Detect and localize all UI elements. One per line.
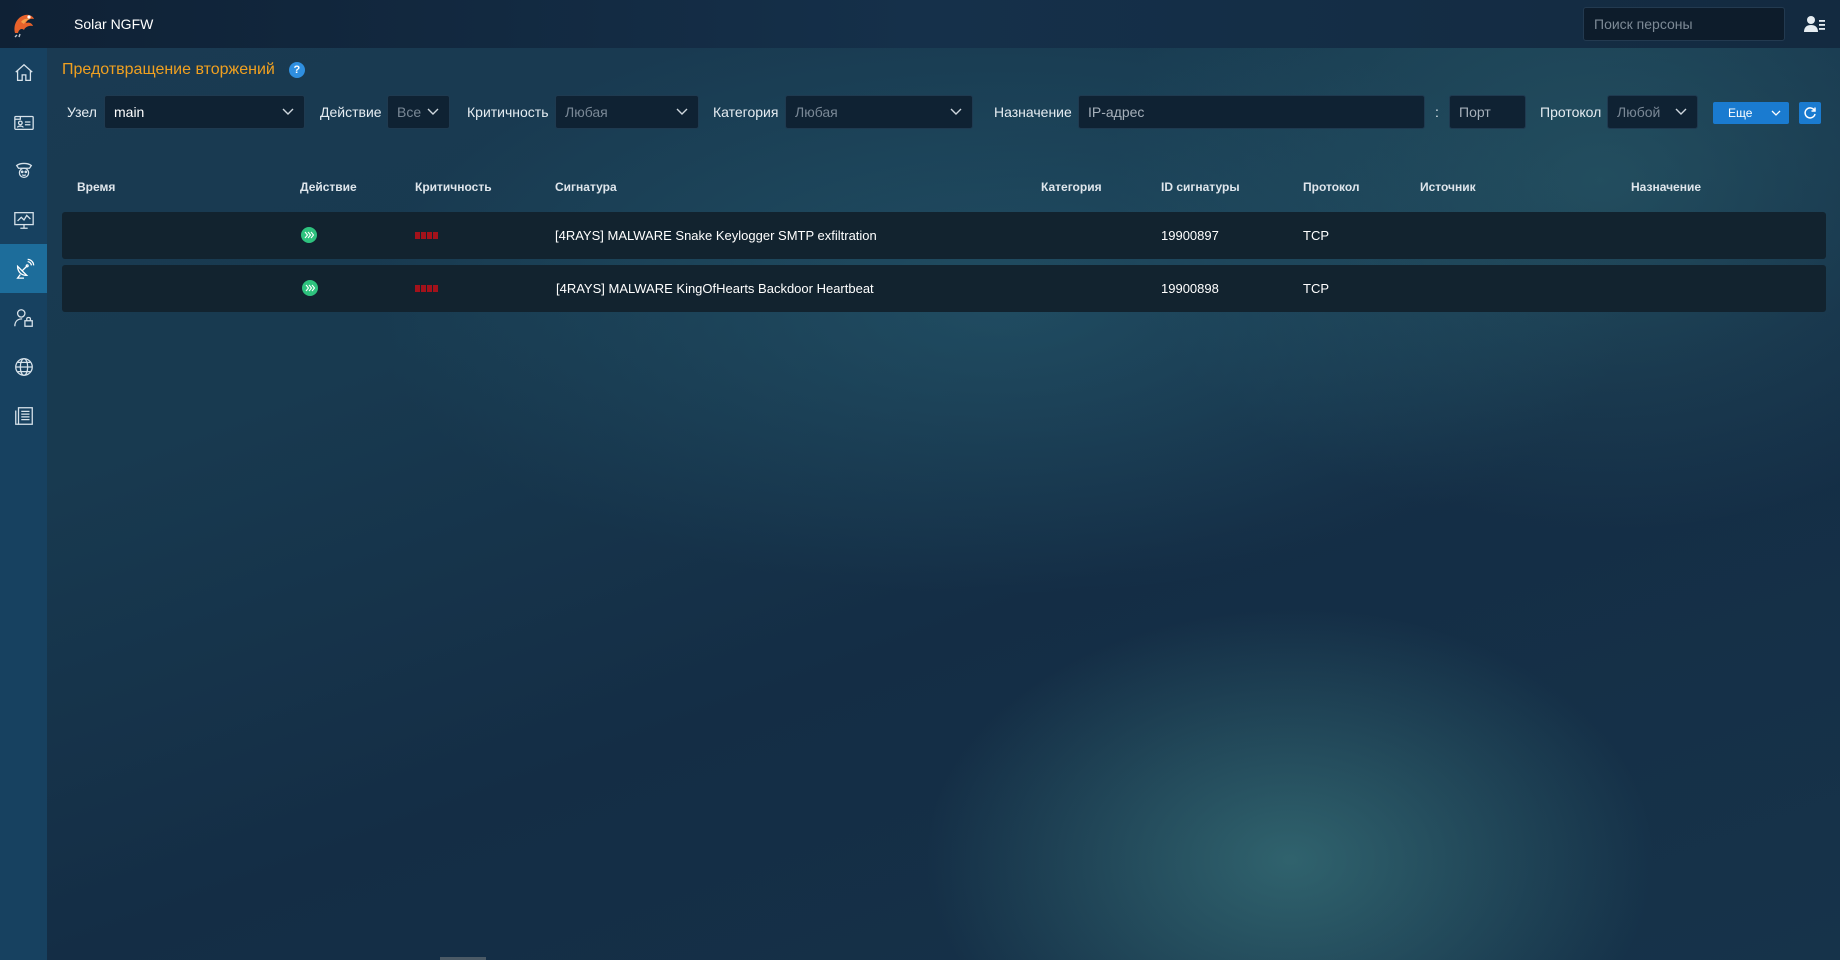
category-select-value: Любая: [795, 104, 838, 120]
page-title: Предотвращение вторжений: [62, 61, 275, 78]
category-label: Категория: [713, 104, 779, 120]
document-list-icon: [14, 406, 33, 425]
column-header-severity[interactable]: Критичность: [415, 180, 492, 194]
action-pass-icon: [302, 280, 318, 296]
help-icon[interactable]: ?: [288, 62, 305, 78]
sidebar-item-home[interactable]: [0, 48, 47, 97]
more-filters-label: Еще: [1728, 106, 1753, 120]
protocol-label: Протокол: [1540, 104, 1602, 120]
sidebar-item-intrusion-prevention[interactable]: [0, 244, 47, 293]
satellite-dish-icon: [15, 258, 34, 279]
protocol-select-value: Любой: [1617, 104, 1661, 120]
destination-ip-input[interactable]: [1078, 95, 1425, 129]
node-select[interactable]: main: [104, 95, 305, 129]
page-header: Предотвращение вторжений ?: [62, 61, 305, 79]
column-header-signature[interactable]: Сигнатура: [555, 180, 617, 194]
app-title: Solar NGFW: [74, 16, 154, 32]
sidebar-item-monitoring[interactable]: [0, 195, 47, 244]
sidebar-item-web[interactable]: [0, 342, 47, 391]
column-header-destination[interactable]: Назначение: [1631, 180, 1701, 194]
severity-select-value: Любая: [565, 104, 608, 120]
node-select-value: main: [114, 104, 145, 120]
table-row[interactable]: [4RAYS] MALWARE KingOfHearts Backdoor He…: [62, 265, 1826, 312]
column-header-source[interactable]: Источник: [1420, 180, 1476, 194]
severity-select[interactable]: Любая: [555, 95, 699, 129]
sidebar-item-users[interactable]: [0, 293, 47, 342]
refresh-button[interactable]: [1799, 102, 1821, 124]
cell-signature: [4RAYS] MALWARE Snake Keylogger SMTP exf…: [555, 228, 877, 243]
cell-protocol: TCP: [1303, 228, 1329, 243]
chevron-down-icon: [676, 96, 688, 128]
protocol-select[interactable]: Любой: [1607, 95, 1698, 129]
port-separator: :: [1435, 104, 1439, 120]
refresh-icon: [1804, 107, 1816, 119]
severity-indicator: [415, 285, 438, 292]
chevron-down-icon: [950, 96, 962, 128]
globe-icon: [14, 357, 33, 376]
chevron-down-icon: [1771, 102, 1781, 124]
cell-signature-id: 19900898: [1161, 281, 1219, 296]
cell-signature-id: 19900897: [1161, 228, 1219, 243]
police-badge-icon: [15, 162, 32, 178]
column-header-time[interactable]: Время: [77, 180, 115, 194]
action-select-value: Все: [397, 104, 422, 120]
table-header: Время Действие Критичность Сигнатура Кат…: [0, 180, 1840, 200]
user-lock-icon: [13, 308, 33, 327]
action-pass-icon: [301, 227, 317, 243]
sidebar-item-logs[interactable]: [0, 391, 47, 440]
destination-port-input[interactable]: [1449, 95, 1526, 129]
node-label: Узел: [67, 104, 97, 120]
chevron-down-icon: [1675, 96, 1687, 128]
severity-label: Критичность: [467, 104, 549, 120]
chevron-down-icon: [282, 96, 294, 128]
table-row[interactable]: [4RAYS] MALWARE Snake Keylogger SMTP exf…: [62, 212, 1826, 259]
column-header-protocol[interactable]: Протокол: [1303, 180, 1360, 194]
column-header-signature-id[interactable]: ID сигнатуры: [1161, 180, 1240, 194]
more-filters-button[interactable]: Еще: [1713, 102, 1789, 124]
action-label: Действие: [320, 104, 382, 120]
monitor-chart-icon: [13, 211, 34, 229]
severity-indicator: [415, 232, 438, 239]
filter-bar: Узел main Действие Все Критичность Любая…: [0, 95, 1840, 129]
chevron-down-icon: [427, 96, 439, 128]
top-bar: Solar NGFW: [0, 0, 1840, 48]
column-header-action[interactable]: Действие: [300, 180, 357, 194]
column-header-category[interactable]: Категория: [1041, 180, 1102, 194]
solar-logo-icon[interactable]: [0, 0, 47, 48]
action-select[interactable]: Все: [387, 95, 450, 129]
person-search-input[interactable]: [1583, 7, 1785, 41]
destination-label: Назначение: [994, 104, 1072, 120]
cell-signature: [4RAYS] MALWARE KingOfHearts Backdoor He…: [556, 281, 874, 296]
user-menu-icon[interactable]: [1802, 12, 1826, 36]
cell-protocol: TCP: [1303, 281, 1329, 296]
category-select[interactable]: Любая: [785, 95, 973, 129]
home-icon: [14, 63, 33, 81]
